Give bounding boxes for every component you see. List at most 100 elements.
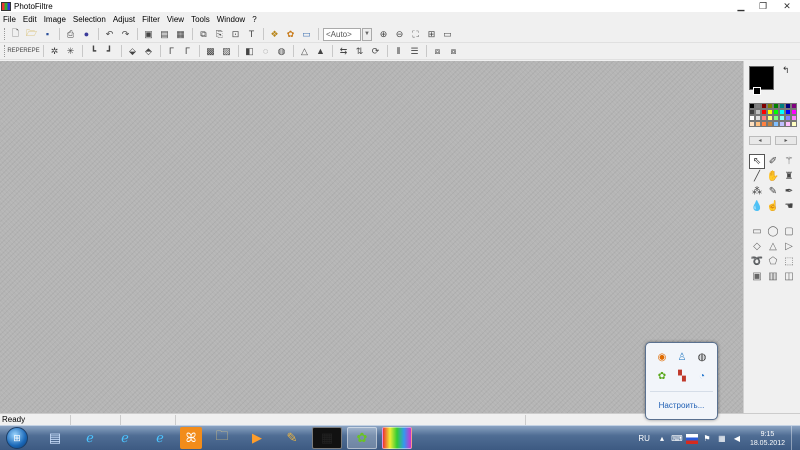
photofiltre-app-icon[interactable] bbox=[1, 1, 11, 11]
layer-transform-icon[interactable]: ⧇ bbox=[447, 45, 460, 58]
gallery-icon[interactable]: ▭ bbox=[300, 28, 313, 41]
palette-prev-button[interactable]: ◂ bbox=[749, 136, 771, 145]
ellipse-shape-icon[interactable]: ◯ bbox=[765, 224, 781, 239]
sharpen-icon[interactable]: △ bbox=[298, 45, 311, 58]
customize-link[interactable]: Настроить... bbox=[646, 401, 717, 410]
menu-adjust[interactable]: Adjust bbox=[113, 15, 135, 24]
layer-options-icon[interactable]: ⧈ bbox=[431, 45, 444, 58]
mirror-v-icon[interactable]: ☰ bbox=[408, 45, 421, 58]
menu-help[interactable]: ? bbox=[252, 15, 256, 24]
menu-tools[interactable]: Tools bbox=[191, 15, 210, 24]
paste-icon[interactable]: ⎘ bbox=[213, 28, 226, 41]
clone-stamp-icon[interactable]: ☚ bbox=[781, 199, 797, 214]
save-icon[interactable]: ▪ bbox=[41, 28, 54, 41]
actual-size-icon[interactable]: ⛶ bbox=[409, 28, 422, 41]
palette-swatch[interactable] bbox=[791, 121, 797, 127]
menu-edit[interactable]: Edit bbox=[23, 15, 37, 24]
text-tool-icon[interactable]: T bbox=[245, 28, 258, 41]
image-size-icon[interactable]: ▣ bbox=[142, 28, 155, 41]
zoom-in-icon[interactable]: ⊕ bbox=[377, 28, 390, 41]
levels-plus-icon[interactable]: Γ bbox=[181, 45, 194, 58]
new-file-icon[interactable]: 🗋 bbox=[9, 28, 22, 41]
invert-icon[interactable]: ◧ bbox=[243, 45, 256, 58]
menu-view[interactable]: View bbox=[167, 15, 184, 24]
rectangle-shape-icon[interactable]: ▭ bbox=[749, 224, 765, 239]
saturation-plus-icon[interactable]: ⬘ bbox=[142, 45, 155, 58]
mirror-h-icon[interactable]: ⫴ bbox=[392, 45, 405, 58]
fill-column-icon[interactable]: ▥ bbox=[765, 269, 781, 284]
hand-tool-icon[interactable]: ✋ bbox=[765, 169, 781, 184]
zoom-out-icon[interactable]: ⊖ bbox=[393, 28, 406, 41]
paste-new-icon[interactable]: ⊡ bbox=[229, 28, 242, 41]
notepad-task-icon[interactable]: ▤ bbox=[40, 427, 70, 449]
right-triangle-shape-icon[interactable]: ▷ bbox=[781, 239, 797, 254]
blur-drop-icon[interactable]: 💧 bbox=[749, 199, 765, 214]
palette-next-button[interactable]: ▸ bbox=[775, 136, 797, 145]
fill-bucket-icon[interactable]: ♜ bbox=[781, 169, 797, 184]
sharpen-more-icon[interactable]: ▲ bbox=[314, 45, 327, 58]
explorer-icon[interactable]: ❖ bbox=[268, 28, 281, 41]
start-button[interactable]: ⊞ bbox=[6, 427, 28, 449]
internet-explorer-task-icon[interactable]: ℯ bbox=[75, 427, 105, 449]
restore-button[interactable]: ❐ bbox=[752, 0, 774, 12]
gamma-minus-icon[interactable]: ┗ bbox=[87, 45, 100, 58]
keyboard-tray-icon[interactable]: ⌨ bbox=[671, 434, 683, 444]
close-button[interactable]: ✕ bbox=[774, 0, 800, 12]
repeat-filter-alt-icon[interactable]: REPE bbox=[23, 45, 39, 58]
odnoklassniki-task-icon[interactable]: ꕤ bbox=[180, 427, 202, 449]
volume-icon[interactable]: ◀ bbox=[731, 434, 743, 444]
icq-tray-icon[interactable]: ✿ bbox=[652, 367, 672, 386]
repeat-filter-icon[interactable]: REPE bbox=[7, 45, 23, 58]
icq-task-icon[interactable]: ✿ bbox=[347, 427, 377, 449]
redo-icon[interactable]: ↷ bbox=[119, 28, 132, 41]
show-desktop-button[interactable] bbox=[791, 426, 800, 450]
menu-window[interactable]: Window bbox=[217, 15, 245, 24]
canvas-size-icon[interactable]: ▤ bbox=[158, 28, 171, 41]
brightness-icon[interactable]: ✲ bbox=[48, 45, 61, 58]
internet-explorer-window-task-icon[interactable]: ℯ bbox=[110, 427, 140, 449]
automation-icon[interactable]: ✿ bbox=[284, 28, 297, 41]
fit-window-icon[interactable]: ⊞ bbox=[425, 28, 438, 41]
sepia-icon[interactable]: ▨ bbox=[220, 45, 233, 58]
media-player-task-icon[interactable]: ▶ bbox=[242, 427, 272, 449]
rounded-rect-shape-icon[interactable]: ▢ bbox=[781, 224, 797, 239]
selection-tool-icon[interactable]: ⇖ bbox=[749, 154, 765, 169]
media-tray-icon[interactable]: ◍ bbox=[692, 348, 712, 367]
saturation-minus-icon[interactable]: ⬙ bbox=[126, 45, 139, 58]
menu-image[interactable]: Image bbox=[44, 15, 66, 24]
undo-icon[interactable]: ↶ bbox=[103, 28, 116, 41]
magic-wand-icon[interactable]: ⚚ bbox=[781, 154, 797, 169]
full-screen-icon[interactable]: ▭ bbox=[441, 28, 454, 41]
diamond-shape-icon[interactable]: ◇ bbox=[749, 239, 765, 254]
lasso-shape-icon[interactable]: ➰ bbox=[749, 254, 765, 269]
action-center-flag-icon[interactable]: ⚑ bbox=[701, 434, 713, 444]
minimize-button[interactable]: ▁ bbox=[730, 0, 752, 12]
background-color-swatch[interactable] bbox=[753, 87, 761, 95]
paint-task-icon[interactable]: ✎ bbox=[277, 427, 307, 449]
toolbar-grip[interactable] bbox=[4, 45, 6, 57]
advanced-brush-icon[interactable]: ✒ bbox=[781, 184, 797, 199]
levels-minus-icon[interactable]: Γ bbox=[165, 45, 178, 58]
toolbar-grip[interactable] bbox=[4, 28, 6, 40]
windows-flag-tray-icon[interactable]: ▚ bbox=[672, 367, 692, 386]
eyedropper-icon[interactable]: ✐ bbox=[765, 154, 781, 169]
print-icon[interactable]: ⎙ bbox=[64, 28, 77, 41]
copy-icon[interactable]: ⧉ bbox=[197, 28, 210, 41]
update-tray-icon[interactable]: ◉ bbox=[652, 348, 672, 367]
triangle-shape-icon[interactable]: △ bbox=[765, 239, 781, 254]
show-hidden-icons-icon[interactable]: ▴ bbox=[656, 434, 668, 444]
photofiltre-studio-task-icon[interactable]: ▦ bbox=[312, 427, 342, 449]
swap-colors-icon[interactable]: ↰ bbox=[782, 65, 790, 76]
brush-icon[interactable]: ✎ bbox=[765, 184, 781, 199]
internet-explorer-alt-task-icon[interactable]: ℯ bbox=[145, 427, 175, 449]
menu-selection[interactable]: Selection bbox=[73, 15, 106, 24]
language-indicator[interactable]: RU bbox=[638, 434, 650, 443]
menu-filter[interactable]: Filter bbox=[142, 15, 160, 24]
flag-ru-tray-icon[interactable] bbox=[685, 433, 698, 444]
polygon-shape-icon[interactable]: ⬠ bbox=[765, 254, 781, 269]
contrast-icon[interactable]: ✳ bbox=[64, 45, 77, 58]
network-share-tray-icon[interactable]: ♙ bbox=[672, 348, 692, 367]
blur-icon[interactable]: ◍ bbox=[275, 45, 288, 58]
explorer-task-icon[interactable]: 🗀 bbox=[207, 427, 237, 449]
open-folder-icon[interactable]: 🗁 bbox=[25, 28, 38, 41]
